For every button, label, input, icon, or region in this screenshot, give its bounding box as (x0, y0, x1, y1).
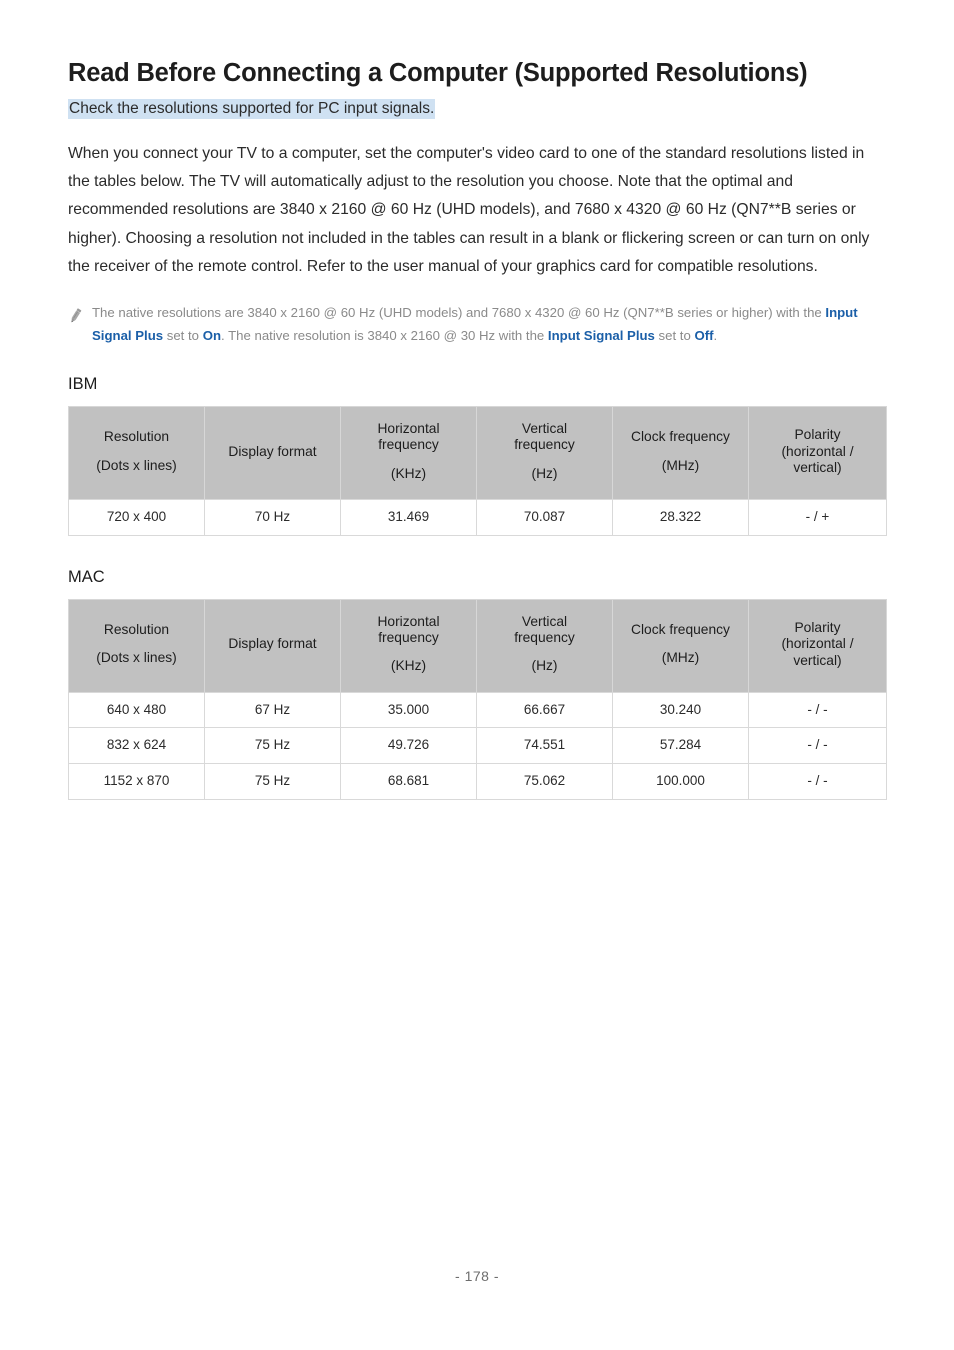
cell-display-format: 75 Hz (204, 763, 341, 801)
cell-vertical-frequency: 70.087 (476, 498, 613, 536)
col-header-vertical-frequency-line1: Vertical (521, 613, 568, 629)
cell-clock-frequency: 100.000 (612, 763, 749, 801)
cell-resolution: 720 x 400 (68, 498, 205, 536)
col-header-resolution: Resolution (Dots x lines) (68, 598, 205, 693)
col-header-resolution-line1: Resolution (103, 429, 170, 445)
col-header-vertical-frequency: Vertical frequency (Hz) (476, 405, 613, 500)
cell-clock-frequency: 28.322 (612, 498, 749, 536)
table-row: 1152 x 870 75 Hz 68.681 75.062 100.000 -… (68, 763, 887, 801)
col-header-resolution-line2: (Dots x lines) (96, 457, 177, 473)
col-header-polarity-line1: Polarity (794, 427, 841, 443)
col-header-display-format: Display format (204, 598, 341, 693)
cell-display-format: 75 Hz (204, 727, 341, 765)
col-header-horizontal-frequency-line1: Horizontal (377, 421, 440, 437)
cell-horizontal-frequency: 68.681 (340, 763, 477, 801)
body-paragraph: When you connect your TV to a computer, … (68, 144, 870, 275)
col-header-vertical-frequency-unit: (Hz) (531, 465, 558, 481)
table-mac: Resolution (Dots x lines) Display format… (68, 598, 887, 801)
col-header-vertical-frequency-line1: Vertical (521, 421, 568, 437)
table-ibm-body: 720 x 400 70 Hz 31.469 70.087 28.322 - /… (68, 498, 887, 536)
table-mac-body: 640 x 480 67 Hz 35.000 66.667 30.240 - /… (68, 691, 887, 801)
note-segment-1: The native resolutions are 3840 x 2160 @… (92, 305, 826, 321)
table-row: 832 x 624 75 Hz 49.726 74.551 57.284 - /… (68, 727, 887, 765)
col-header-clock-frequency-line1: Clock frequency (631, 622, 730, 638)
col-header-polarity: Polarity (horizontal / vertical) (748, 405, 887, 500)
cell-polarity: - / - (748, 727, 887, 765)
section-label-ibm: IBM (68, 375, 98, 394)
note-segment-5: . (713, 327, 718, 343)
col-header-display-format: Display format (204, 405, 341, 500)
cell-resolution: 832 x 624 (68, 727, 205, 765)
note-segment-4: set to (654, 327, 695, 343)
col-header-resolution: Resolution (Dots x lines) (68, 405, 205, 500)
page-number: - 178 - (455, 1268, 499, 1284)
document-page: Read Before Connecting a Computer (Suppo… (0, 0, 954, 1350)
page-title: Read Before Connecting a Computer (Suppo… (68, 59, 808, 87)
note-block: The native resolutions are 3840 x 2160 @… (68, 302, 886, 347)
cell-clock-frequency: 57.284 (612, 727, 749, 765)
col-header-vertical-frequency-unit: (Hz) (531, 658, 558, 674)
cell-horizontal-frequency: 31.469 (340, 498, 477, 536)
col-header-resolution-line2: (Dots x lines) (96, 650, 177, 666)
table-ibm: Resolution (Dots x lines) Display format… (68, 405, 887, 536)
cell-horizontal-frequency: 35.000 (340, 691, 477, 729)
table-mac-head: Resolution (Dots x lines) Display format… (68, 598, 887, 693)
cell-vertical-frequency: 75.062 (476, 763, 613, 801)
col-header-horizontal-frequency: Horizontal frequency (KHz) (340, 598, 477, 693)
col-header-horizontal-frequency-unit: (KHz) (390, 465, 427, 481)
cell-polarity: - / - (748, 691, 887, 729)
note-link-on[interactable]: On (203, 328, 221, 343)
col-header-clock-frequency-unit: (MHz) (661, 457, 700, 473)
col-header-clock-frequency-line1: Clock frequency (631, 429, 730, 445)
col-header-display-format-line1: Display format (228, 636, 317, 652)
cell-clock-frequency: 30.240 (612, 691, 749, 729)
cell-resolution: 1152 x 870 (68, 763, 205, 801)
col-header-horizontal-frequency-line1b: frequency (378, 630, 439, 646)
col-header-horizontal-frequency-line1: Horizontal (377, 613, 440, 629)
col-header-vertical-frequency-line1b: frequency (514, 437, 575, 453)
col-header-polarity-line1c: vertical) (793, 652, 842, 668)
col-header-polarity-line1b: (horizontal / (781, 636, 854, 652)
col-header-clock-frequency-unit: (MHz) (661, 650, 700, 666)
cell-vertical-frequency: 74.551 (476, 727, 613, 765)
col-header-display-format-line1: Display format (228, 443, 317, 459)
col-header-polarity-line1c: vertical) (793, 460, 842, 476)
note-link-off[interactable]: Off (694, 328, 713, 343)
cell-polarity: - / + (748, 498, 887, 536)
col-header-resolution-line1: Resolution (103, 622, 170, 638)
table-row: 640 x 480 67 Hz 35.000 66.667 30.240 - /… (68, 691, 887, 729)
cell-display-format: 67 Hz (204, 691, 341, 729)
col-header-clock-frequency: Clock frequency (MHz) (612, 598, 749, 693)
table-ibm-head: Resolution (Dots x lines) Display format… (68, 405, 887, 500)
col-header-horizontal-frequency: Horizontal frequency (KHz) (340, 405, 477, 500)
col-header-polarity-line1b: (horizontal / (781, 443, 854, 459)
col-header-horizontal-frequency-unit: (KHz) (390, 658, 427, 674)
note-segment-3: . The native resolution is 3840 x 2160 @… (221, 327, 548, 343)
page-subtitle-highlighted: Check the resolutions supported for PC i… (68, 98, 436, 119)
cell-horizontal-frequency: 49.726 (340, 727, 477, 765)
cell-polarity: - / - (748, 763, 887, 801)
note-segment-2: set to (163, 327, 203, 343)
col-header-vertical-frequency: Vertical frequency (Hz) (476, 598, 613, 693)
table-header-row: Resolution (Dots x lines) Display format… (68, 405, 887, 500)
col-header-polarity: Polarity (horizontal / vertical) (748, 598, 887, 693)
note-text: The native resolutions are 3840 x 2160 @… (92, 302, 882, 347)
note-link-input-signal-plus-2[interactable]: Input Signal Plus (548, 328, 655, 343)
col-header-polarity-line1: Polarity (794, 620, 841, 636)
table-header-row: Resolution (Dots x lines) Display format… (68, 598, 887, 693)
table-row: 720 x 400 70 Hz 31.469 70.087 28.322 - /… (68, 498, 887, 536)
subtitle-container: Check the resolutions supported for PC i… (68, 97, 886, 121)
col-header-horizontal-frequency-line1b: frequency (378, 437, 439, 453)
cell-vertical-frequency: 66.667 (476, 691, 613, 729)
section-label-mac: MAC (68, 567, 105, 586)
cell-resolution: 640 x 480 (68, 691, 205, 729)
pencil-icon (68, 307, 83, 325)
cell-display-format: 70 Hz (204, 498, 341, 536)
col-header-clock-frequency: Clock frequency (MHz) (612, 405, 749, 500)
col-header-vertical-frequency-line1b: frequency (514, 630, 575, 646)
